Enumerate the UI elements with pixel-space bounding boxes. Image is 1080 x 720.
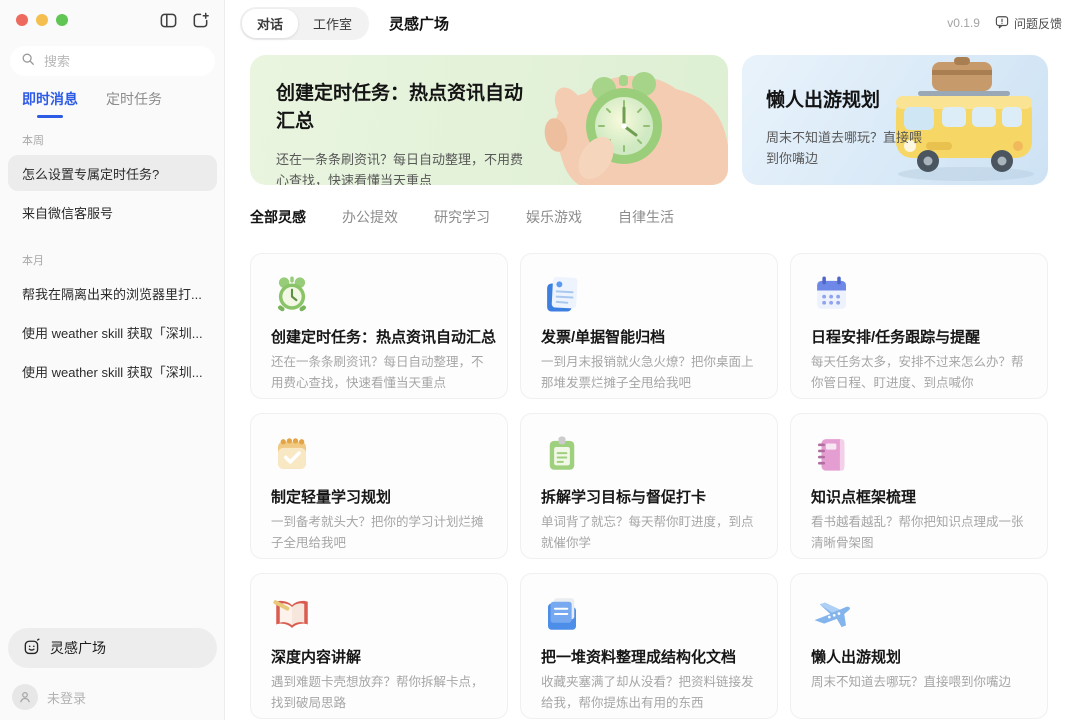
banner-scheduled-news-digest[interactable]: 创建定时任务：热点资讯自动汇总 还在一条条刷资讯？每日自动整理，不用费心查找，快… [250, 55, 728, 185]
sidebar: 即时消息定时任务 本周怎么设置专属定时任务?来自微信客服号本月帮我在隔离出来的浏… [0, 0, 225, 720]
sidebar-history-item[interactable]: 帮我在隔离出来的浏览器里打... [8, 275, 217, 311]
feedback-label: 问题反馈 [1014, 15, 1062, 32]
card-description: 收藏夹塞满了却从没看？把资料链接发给我，帮你提炼出有用的东西 [541, 672, 757, 714]
folder-files-icon [541, 593, 583, 635]
window-controls [16, 14, 68, 26]
card-description: 遇到难题卡壳想放弃？帮你拆解卡点，找到破局思路 [271, 672, 487, 714]
banner-title: 创建定时任务：热点资讯自动汇总 [276, 80, 531, 135]
card-description: 看书越看越乱？帮你把知识点理成一张清晰骨架图 [811, 512, 1027, 554]
banner-lazy-travel-plan[interactable]: 懒人出游规划 周末不知道去哪玩？直接喂到你嘴边 [742, 55, 1048, 185]
invoice-document-icon [541, 273, 583, 315]
card-description: 一到月末报销就火急火燎？把你桌面上那堆发票烂摊子全甩给我吧 [541, 352, 757, 394]
login-status-label: 未登录 [47, 688, 86, 707]
history-section-label: 本周 [8, 126, 217, 155]
card-description: 周末不知道去哪玩？直接喂到你嘴边 [811, 672, 1027, 693]
sidebar-tab[interactable]: 即时消息 [22, 89, 78, 118]
card-description: 单词背了就忘？每天帮你盯进度，到点就催你学 [541, 512, 757, 554]
category-tab[interactable]: 办公提效 [342, 207, 398, 227]
category-tab[interactable]: 娱乐游戏 [526, 207, 582, 227]
card-title: 深度内容讲解 [271, 646, 487, 667]
card-title: 创建定时任务：热点资讯自动汇总 [271, 326, 487, 347]
card-title: 懒人出游规划 [811, 646, 1027, 667]
topbar: 对话工作室 灵感广场 v0.1.9 问题反馈 [240, 8, 1062, 38]
card-description: 每天任务太多，安排不过来怎么办？帮你管日程、盯进度、到点喊你 [811, 352, 1027, 394]
sidebar-tab[interactable]: 定时任务 [106, 89, 162, 118]
sidebar-item-inspiration-plaza[interactable]: 灵感广场 [8, 628, 217, 668]
inspiration-card[interactable]: 发票/单据智能归档一到月末报销就火急火燎？把你桌面上那堆发票烂摊子全甩给我吧 [520, 253, 778, 399]
plaza-content: 创建定时任务：热点资讯自动汇总 还在一条条刷资讯？每日自动整理，不用费心查找，快… [250, 55, 1048, 719]
sidebar-history: 本周怎么设置专属定时任务?来自微信客服号本月帮我在隔离出来的浏览器里打...使用… [8, 126, 217, 392]
segment-tab[interactable]: 对话 [242, 9, 298, 38]
open-book-icon [271, 593, 313, 635]
airplane-icon [811, 593, 853, 635]
card-title: 制定轻量学习规划 [271, 486, 487, 507]
app-window: 即时消息定时任务 本周怎么设置专属定时任务?来自微信客服号本月帮我在隔离出来的浏… [0, 0, 1080, 720]
view-segmented-control: 对话工作室 [240, 7, 369, 40]
card-title: 把一堆资料整理成结构化文档 [541, 646, 757, 667]
card-description: 一到备考就头大？把你的学习计划烂摊子全甩给我吧 [271, 512, 487, 554]
category-tab[interactable]: 全部灵感 [250, 207, 306, 227]
new-chat-icon[interactable] [191, 11, 210, 30]
card-title: 日程安排/任务跟踪与提醒 [811, 326, 1027, 347]
inspiration-card[interactable]: 懒人出游规划周末不知道去哪玩？直接喂到你嘴边 [790, 573, 1048, 719]
card-title: 拆解学习目标与督促打卡 [541, 486, 757, 507]
inspiration-card[interactable]: 创建定时任务：热点资讯自动汇总还在一条条刷资讯？每日自动整理，不用费心查找，快速… [250, 253, 508, 399]
inspiration-card[interactable]: 拆解学习目标与督促打卡单词背了就忘？每天帮你盯进度，到点就催你学 [520, 413, 778, 559]
page-title: 灵感广场 [389, 13, 449, 34]
close-window-button[interactable] [16, 14, 28, 26]
inspiration-card[interactable]: 知识点框架梳理看书越看越乱？帮你把知识点理成一张清晰骨架图 [790, 413, 1048, 559]
panel-toggle-icon[interactable] [159, 11, 178, 30]
segment-tab[interactable]: 工作室 [298, 9, 367, 38]
sidebar-history-item[interactable]: 使用 weather skill 获取「深圳... [8, 314, 217, 350]
minimize-window-button[interactable] [36, 14, 48, 26]
search-input[interactable] [42, 53, 196, 70]
category-tab[interactable]: 自律生活 [618, 207, 674, 227]
card-title: 知识点框架梳理 [811, 486, 1027, 507]
sidebar-history-item[interactable]: 怎么设置专属定时任务? [8, 155, 217, 191]
avatar [12, 684, 38, 710]
version-label: v0.1.9 [947, 16, 980, 30]
inspiration-card[interactable]: 制定轻量学习规划一到备考就头大？把你的学习计划烂摊子全甩给我吧 [250, 413, 508, 559]
inspiration-card[interactable]: 深度内容讲解遇到难题卡壳想放弃？帮你拆解卡点，找到破局思路 [250, 573, 508, 719]
search-icon [21, 52, 35, 71]
category-tab[interactable]: 研究学习 [434, 207, 490, 227]
feedback-button[interactable]: 问题反馈 [995, 15, 1062, 32]
sidebar-plaza-label: 灵感广场 [50, 638, 106, 658]
card-description: 还在一条条刷资讯？每日自动整理，不用费心查找，快速看懂当天重点 [271, 352, 487, 394]
inspiration-card[interactable]: 把一堆资料整理成结构化文档收藏夹塞满了却从没看？把资料链接发给我，帮你提炼出有用… [520, 573, 778, 719]
main-area: 对话工作室 灵感广场 v0.1.9 问题反馈 [226, 0, 1080, 720]
banner-description: 周末不知道去哪玩？直接喂到你嘴边 [766, 127, 934, 170]
calendar-check-icon [271, 433, 313, 475]
login-button[interactable]: 未登录 [12, 684, 86, 710]
search-box[interactable] [10, 46, 215, 76]
card-title: 发票/单据智能归档 [541, 326, 757, 347]
inspiration-grid: 创建定时任务：热点资讯自动汇总还在一条条刷资讯？每日自动整理，不用费心查找，快速… [250, 253, 1048, 719]
smiley-icon [23, 638, 41, 659]
sidebar-history-item[interactable]: 来自微信客服号 [8, 194, 217, 230]
hand-holding-alarm-clock-illustration [508, 55, 728, 185]
alarm-clock-icon [271, 273, 313, 315]
history-section-label: 本月 [8, 246, 217, 275]
notebook-icon [811, 433, 853, 475]
banner-title: 懒人出游规划 [766, 87, 956, 115]
banner-row: 创建定时任务：热点资讯自动汇总 还在一条条刷资讯？每日自动整理，不用费心查找，快… [250, 55, 1048, 185]
clipboard-icon [541, 433, 583, 475]
feedback-bubble-icon [995, 15, 1009, 32]
inspiration-card[interactable]: 日程安排/任务跟踪与提醒每天任务太多，安排不过来怎么办？帮你管日程、盯进度、到点… [790, 253, 1048, 399]
category-tabs: 全部灵感 办公提效 研究学习 娱乐游戏 自律生活 [250, 207, 1048, 227]
sidebar-tabs: 即时消息定时任务 [22, 89, 162, 118]
banner-description: 还在一条条刷资讯？每日自动整理，不用费心查找，快速看懂当天重点 [276, 149, 528, 185]
sidebar-history-item[interactable]: 使用 weather skill 获取「深圳... [8, 353, 217, 389]
calendar-icon [811, 273, 853, 315]
zoom-window-button[interactable] [56, 14, 68, 26]
